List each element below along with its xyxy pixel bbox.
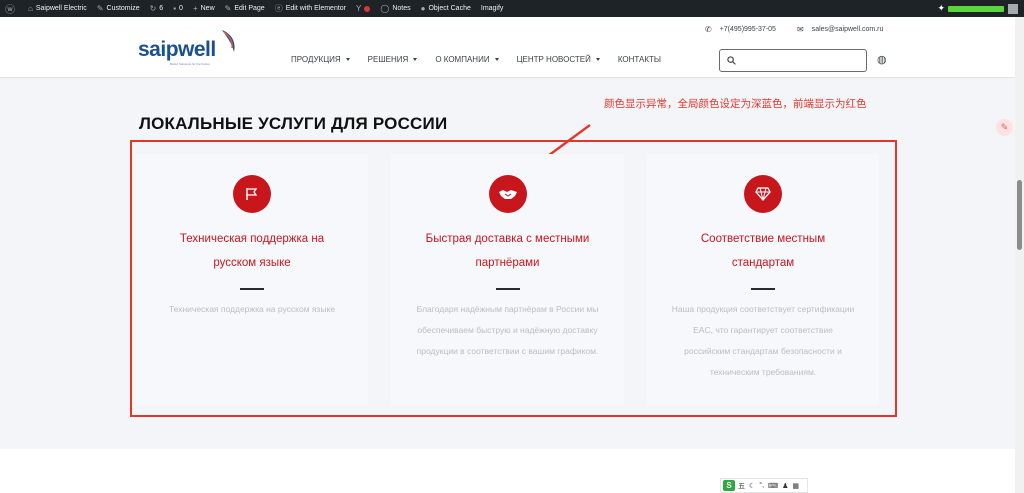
- nav-item-news[interactable]: ЦЕНТР НОВОСТЕЙ: [517, 55, 600, 64]
- chevron-down-icon: [345, 58, 350, 61]
- sparkle-icon[interactable]: ✦: [937, 3, 945, 14]
- card-divider: [751, 288, 775, 290]
- yoast-icon: Y: [356, 4, 362, 13]
- card-title: Соответствие местным стандартам: [700, 233, 826, 269]
- brush-icon: ✎: [96, 4, 104, 13]
- service-card-support: Техническая поддержка на русском языке Т…: [136, 154, 368, 405]
- wp-admin-bar: ⓦ ⌂ Saipwell Electric ✎ Customize ↻ 6 ▪ …: [0, 0, 1024, 17]
- ime-logo-icon: S: [723, 480, 735, 491]
- flag-icon: [233, 175, 271, 213]
- pencil-icon: ✎: [224, 4, 232, 13]
- site-name-link[interactable]: ⌂ Saipwell Electric: [23, 0, 92, 17]
- logo-tagline: Better Solutions for the Future: [170, 62, 211, 66]
- diamond-icon: [744, 175, 782, 213]
- grid-icon[interactable]: ▦: [792, 482, 799, 490]
- card-text: Техническая поддержка на русском языке: [168, 304, 336, 314]
- chevron-down-icon: [413, 58, 418, 61]
- edit-page-link[interactable]: ✎ Edit Page: [220, 0, 270, 17]
- envelope-icon: ✉: [797, 25, 804, 34]
- card-divider: [240, 288, 264, 290]
- updates-link[interactable]: ↻ 6: [145, 0, 169, 17]
- page-scrollbar[interactable]: [1015, 17, 1024, 493]
- ime-toolbar[interactable]: S 五 ☾ °, ⌨ ♟ ▦: [720, 478, 808, 493]
- imagify-label: Imagify: [480, 5, 504, 12]
- phone-contact[interactable]: ✆ +7(495)995-37-05: [705, 25, 776, 34]
- site-logo[interactable]: saipwell Better Solutions for the Future: [138, 30, 235, 68]
- nav-item-solutions[interactable]: РЕШЕНИЯ: [368, 55, 418, 64]
- ime-mode[interactable]: 五: [738, 481, 745, 491]
- comment-icon: ▪: [173, 4, 177, 13]
- search-box[interactable]: [719, 49, 867, 72]
- nav-item-contacts[interactable]: КОНТАКТЫ: [618, 55, 661, 64]
- section-title: ЛОКАЛЬНЫЕ УСЛУГИ ДЛЯ РОССИИ: [139, 114, 448, 133]
- object-cache-label: Object Cache: [428, 5, 471, 12]
- nav-label: ПРОДУКЦИЯ: [291, 55, 341, 64]
- email-contact[interactable]: ✉ sales@saipwell.com.ru: [797, 25, 883, 34]
- next-section: [0, 449, 1015, 493]
- customize-link[interactable]: ✎ Customize: [92, 0, 145, 17]
- moon-icon[interactable]: ☾: [749, 482, 755, 490]
- nav-item-about[interactable]: О КОМПАНИИ: [435, 55, 499, 64]
- email-address: sales@saipwell.com.ru: [811, 26, 884, 33]
- phone-icon: ✆: [705, 25, 712, 34]
- comments-link[interactable]: ▪ 0: [168, 0, 188, 17]
- nav-label: РЕШЕНИЯ: [367, 55, 409, 64]
- new-content-link[interactable]: + New: [188, 0, 220, 17]
- card-title: Быстрая доставка с местными партнёрами: [425, 233, 590, 269]
- updates-count: 6: [159, 5, 164, 12]
- user-icon[interactable]: ♟: [782, 482, 788, 490]
- search-icon: [727, 56, 736, 65]
- main-nav: ПРОДУКЦИЯ РЕШЕНИЯ О КОМПАНИИ ЦЕНТР НОВОС…: [291, 55, 679, 64]
- nav-label: О КОМПАНИИ: [435, 55, 490, 64]
- card-title: Техническая поддержка на русском языке: [179, 233, 325, 269]
- customize-label: Customize: [106, 5, 140, 12]
- keyboard-icon[interactable]: ⌨: [768, 482, 778, 490]
- card-text: Благодаря надёжным партнёрам в России мы…: [416, 304, 599, 356]
- status-dot-icon: [364, 5, 371, 12]
- yoast-link[interactable]: Y: [351, 0, 375, 17]
- chevron-down-icon: [595, 58, 600, 61]
- imagify-link[interactable]: Imagify: [476, 0, 509, 17]
- globe-icon[interactable]: ◍: [877, 53, 887, 66]
- avatar[interactable]: [1008, 3, 1018, 14]
- search-input[interactable]: [740, 56, 860, 65]
- admin-bar-right: ✦: [937, 0, 1024, 17]
- cache-icon: ●: [420, 4, 426, 13]
- wordpress-icon: ⓦ: [5, 5, 15, 16]
- edit-page-label: Edit Page: [234, 5, 265, 12]
- elementor-icon: ⓔ: [274, 4, 283, 13]
- wordpress-logo-button[interactable]: ⓦ: [0, 0, 23, 17]
- site-header: saipwell Better Solutions for the Future…: [0, 17, 1015, 78]
- logo-swoosh-icon: [222, 30, 235, 52]
- nav-item-products[interactable]: ПРОДУКЦИЯ: [291, 55, 350, 64]
- logo-text: saipwell: [138, 38, 216, 61]
- notes-label: Notes: [392, 5, 411, 12]
- elementor-link[interactable]: ⓔ Edit with Elementor: [270, 0, 351, 17]
- plus-icon: +: [192, 4, 198, 13]
- floating-tool-icon[interactable]: ✎: [996, 119, 1013, 136]
- notes-link[interactable]: ◯ Notes: [375, 0, 415, 17]
- service-card-delivery: Быстрая доставка с местными партнёрами Б…: [391, 154, 624, 405]
- nav-label: ЦЕНТР НОВОСТЕЙ: [516, 55, 591, 64]
- updates-icon: ↻: [149, 4, 157, 13]
- site-name: Saipwell Electric: [35, 5, 87, 12]
- scrollbar-thumb[interactable]: [1017, 180, 1022, 250]
- elementor-label: Edit with Elementor: [285, 5, 347, 12]
- speech-bubble-icon: ◯: [380, 4, 390, 13]
- card-text: Наша продукция соответствует сертификаци…: [671, 304, 855, 377]
- nav-label: КОНТАКТЫ: [617, 55, 661, 64]
- handshake-icon: [488, 175, 527, 213]
- account-name-redacted[interactable]: [948, 5, 1004, 12]
- phone-number: +7(495)995-37-05: [719, 26, 776, 33]
- home-icon: ⌂: [28, 4, 33, 13]
- annotation-note: 颜色显示异常，全局颜色设定为深蓝色，前端显示为红色: [604, 98, 867, 110]
- new-label: New: [200, 5, 215, 12]
- card-divider: [495, 288, 520, 290]
- service-card-standards: Соответствие местным стандартам Наша про…: [647, 154, 879, 405]
- object-cache-link[interactable]: ● Object Cache: [416, 0, 476, 17]
- comments-count: 0: [179, 5, 183, 12]
- chevron-down-icon: [494, 58, 499, 61]
- punctuation-icon[interactable]: °,: [759, 482, 764, 489]
